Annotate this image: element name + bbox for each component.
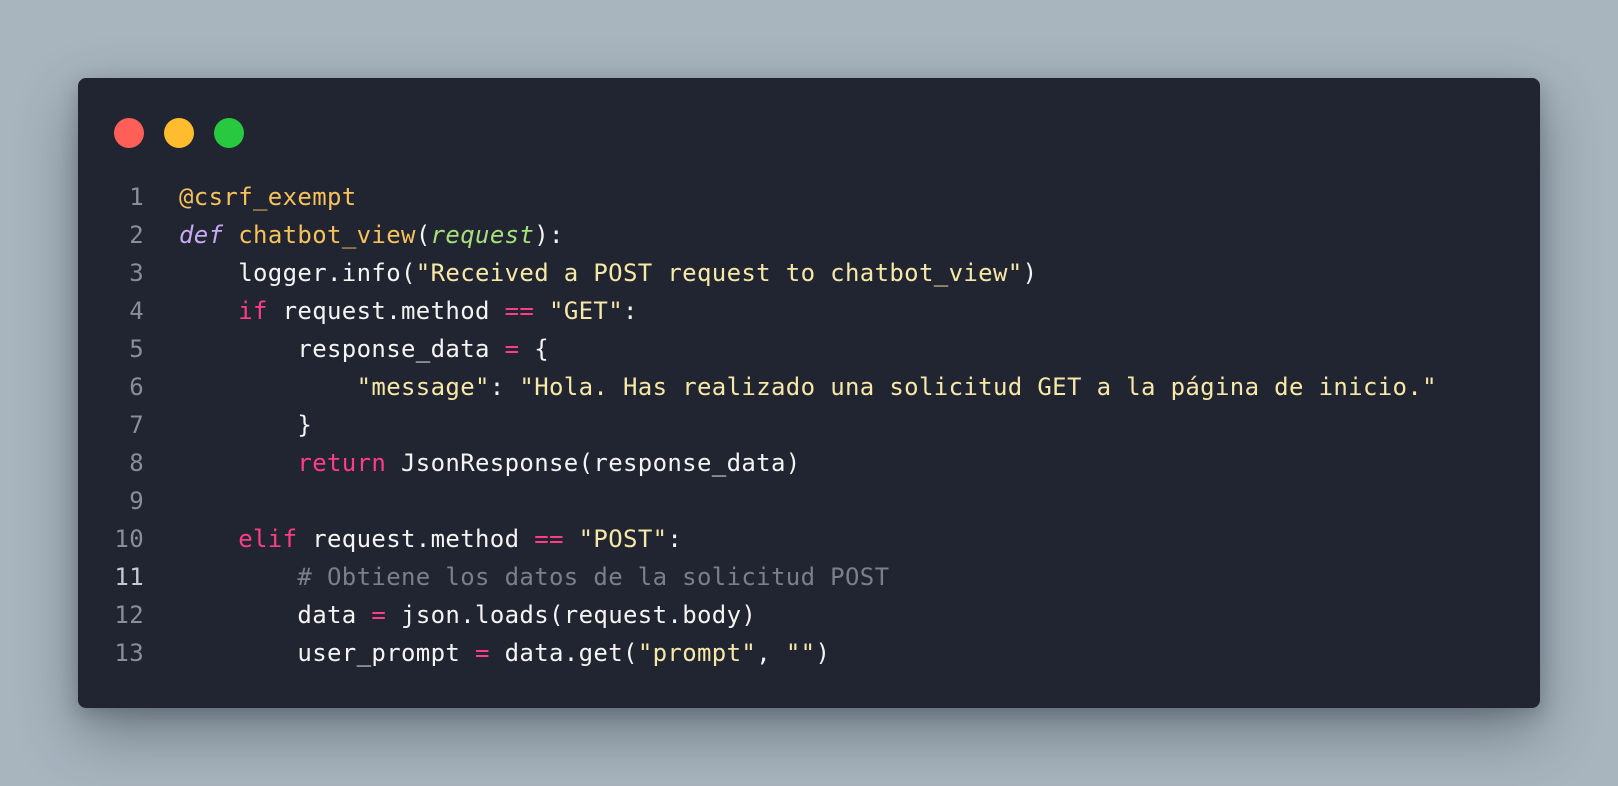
code-token: elif: [238, 525, 298, 553]
code-token: request.method: [267, 297, 505, 325]
code-token: }: [297, 411, 313, 439]
code-text: return JsonResponse(response_data): [179, 444, 801, 482]
code-token: "Hola. Has realizado una solicitud GET a…: [519, 373, 1437, 401]
code-text: # Obtiene los datos de la solicitud POST: [179, 558, 889, 596]
code-token: "POST": [578, 525, 668, 553]
code-window: 1 @csrf_exempt 2 def chatbot_view(request):…: [78, 78, 1540, 708]
line-number: 12: [114, 601, 144, 629]
code-token: json.loads(request.body): [386, 601, 757, 629]
code-text: }: [179, 406, 312, 444]
code-token: :: [489, 373, 520, 401]
code-token: ): [815, 639, 831, 667]
code-line: 8 return JsonResponse(response_data): [78, 444, 1540, 482]
code-token: ):: [534, 221, 564, 249]
code-token: logger.info(: [238, 259, 416, 287]
line-number: 10: [114, 525, 144, 553]
code-token: data.get(: [489, 639, 638, 667]
code-token: :: [667, 525, 683, 553]
code-text: logger.info("Received a POST request to …: [179, 254, 1037, 292]
code-token: # Obtiene los datos de la solicitud POST: [297, 563, 890, 591]
code-line: 10 elif request.method == "POST":: [78, 520, 1540, 558]
line-number: 8: [129, 449, 144, 477]
code-token: :: [623, 297, 638, 325]
code-line: 7 }: [78, 406, 1540, 444]
code-token: =: [371, 601, 387, 629]
code-token: "GET": [549, 297, 624, 325]
code-text: user_prompt = data.get("prompt", ""): [179, 634, 830, 672]
code-token: response_data: [297, 335, 505, 363]
line-number: 9: [129, 487, 144, 515]
code-token: request: [430, 221, 535, 249]
line-number: 3: [129, 259, 144, 287]
code-token: =: [504, 335, 520, 363]
line-number: 13: [114, 639, 144, 667]
code-text: def chatbot_view(request):: [179, 216, 564, 254]
maximize-button[interactable]: [214, 118, 244, 148]
code-line: 12 data = json.loads(request.body): [78, 596, 1540, 634]
code-token: chatbot_view: [238, 221, 416, 249]
code-text: response_data = {: [179, 330, 549, 368]
code-token: =: [475, 639, 490, 667]
code-text: @csrf_exempt: [179, 178, 357, 216]
line-number: 6: [129, 373, 144, 401]
code-token: ==: [534, 525, 564, 553]
line-number: 5: [129, 335, 144, 363]
code-line: 3 logger.info("Received a POST request t…: [78, 254, 1540, 292]
minimize-button[interactable]: [164, 118, 194, 148]
line-number: 2: [129, 221, 144, 249]
code-token: "Received a POST request to chatbot_view…: [415, 259, 1023, 287]
code-token: JsonResponse(response_data): [386, 449, 801, 477]
code-line: 6 "message": "Hola. Has realizado una so…: [78, 368, 1540, 406]
code-line: 9: [78, 482, 1540, 520]
code-line: 5 response_data = {: [78, 330, 1540, 368]
code-token: (: [415, 221, 431, 249]
code-token: if: [238, 297, 268, 325]
code-token: @csrf_exempt: [179, 183, 357, 211]
code-line: 13 user_prompt = data.get("prompt", ""): [78, 634, 1540, 672]
code-token: data: [297, 601, 372, 629]
code-line: 4 if request.method == "GET":: [78, 292, 1540, 330]
code-token: ): [1022, 259, 1038, 287]
code-block: 1 @csrf_exempt 2 def chatbot_view(request):…: [78, 178, 1540, 672]
code-line: 2 def chatbot_view(request):: [78, 216, 1540, 254]
code-text: elif request.method == "POST":: [179, 520, 682, 558]
code-line: 11 # Obtiene los datos de la solicitud P…: [78, 558, 1540, 596]
code-token: "message": [356, 373, 490, 401]
code-text: data = json.loads(request.body): [179, 596, 756, 634]
code-token: "": [785, 639, 816, 667]
code-text: if request.method == "GET":: [179, 292, 638, 330]
code-token: return: [297, 449, 387, 477]
code-token: ,: [756, 639, 786, 667]
code-token: "prompt": [637, 639, 757, 667]
code-token: user_prompt: [297, 639, 475, 667]
line-number: 11: [114, 563, 144, 591]
code-token: request.method: [297, 525, 535, 553]
code-line: 1 @csrf_exempt: [78, 178, 1540, 216]
code-token: def: [179, 221, 224, 249]
code-token: {: [519, 335, 550, 363]
line-number: 7: [129, 411, 144, 439]
window-controls: [114, 118, 244, 148]
close-button[interactable]: [114, 118, 144, 148]
line-number: 4: [129, 297, 144, 325]
code-token: ==: [504, 297, 535, 325]
code-text: "message": "Hola. Has realizado una soli…: [179, 368, 1437, 406]
line-number: 1: [129, 183, 144, 211]
